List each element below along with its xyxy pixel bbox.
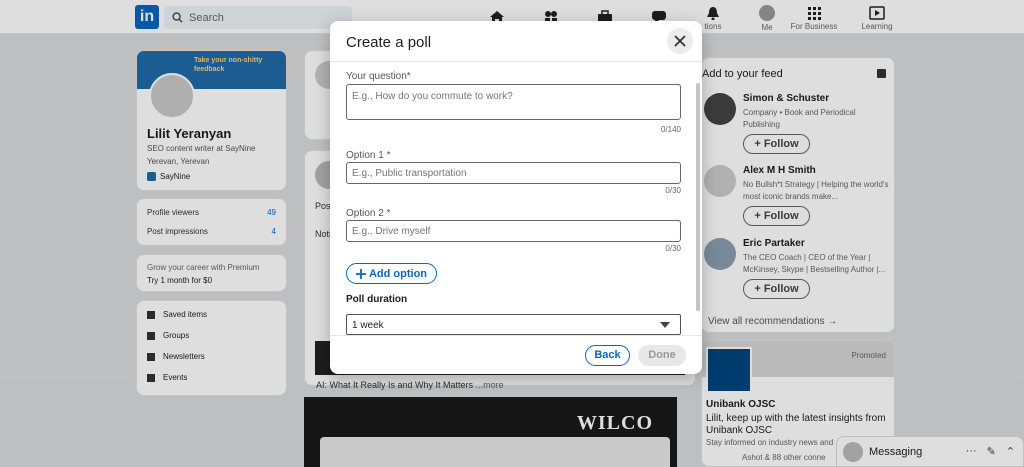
question-input[interactable] (346, 84, 681, 120)
dialog-header: Create a poll (330, 21, 702, 62)
poll-duration-select[interactable]: 1 week (346, 314, 681, 335)
poll-duration-value: 1 week (352, 320, 384, 331)
dialog-title: Create a poll (346, 34, 432, 51)
close-button[interactable] (667, 28, 693, 54)
add-option-label: Add option (368, 267, 428, 280)
dialog-body: Your question* 0/140 Option 1 * 0/30 Opt… (330, 63, 702, 335)
dialog-footer: Back Done (330, 335, 702, 374)
back-button[interactable]: Back (585, 345, 630, 366)
option2-counter: 0/30 (665, 244, 681, 253)
option2-input[interactable] (346, 220, 681, 242)
option1-input[interactable] (346, 162, 681, 184)
chevron-down-icon (660, 322, 670, 328)
question-counter: 0/140 (660, 125, 681, 134)
plus-icon (355, 268, 366, 279)
option1-counter: 0/30 (665, 186, 681, 195)
dialog-scrollbar[interactable] (696, 83, 700, 311)
close-icon (674, 35, 686, 47)
option2-label: Option 2 * (346, 208, 391, 219)
done-button[interactable]: Done (638, 345, 686, 366)
question-label: Your question* (346, 71, 411, 82)
add-option-button[interactable]: Add option (346, 263, 437, 284)
option1-label: Option 1 * (346, 150, 391, 161)
poll-duration-label: Poll duration (346, 294, 408, 305)
create-poll-dialog: Create a poll Your question* 0/140 Optio… (330, 21, 702, 374)
